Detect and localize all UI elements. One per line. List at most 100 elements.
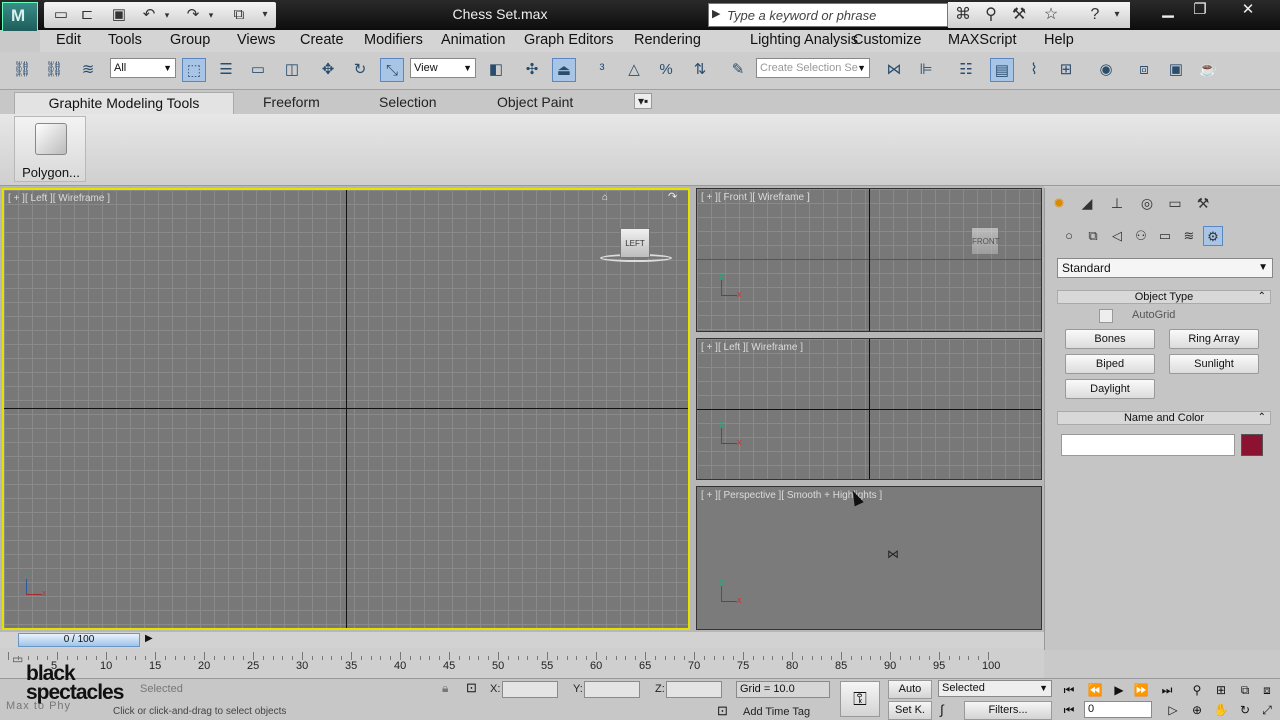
track-bar[interactable]: ▭ 51015202530354045505560657075808590951… — [0, 648, 1044, 678]
object-name-input[interactable] — [1061, 434, 1235, 456]
close-icon[interactable]: ✕ — [1228, 0, 1268, 20]
viewport-label[interactable]: [ + ][ Front ][ Wireframe ] — [701, 192, 810, 203]
time-slider-thumb[interactable]: 0 / 100 — [18, 633, 140, 647]
help-icon[interactable]: ? — [1084, 5, 1106, 25]
auto-key-button[interactable]: Auto — [888, 680, 932, 699]
time-tag-icon[interactable]: ⊡ — [717, 703, 728, 719]
biped-button[interactable]: Biped — [1065, 354, 1155, 374]
name-and-color-rollout-header[interactable]: Name and Color ⌃ — [1057, 411, 1271, 425]
current-frame-field[interactable]: 0 — [1084, 701, 1152, 718]
create-tab-icon[interactable]: ✹ — [1047, 192, 1071, 214]
bind-to-space-warp-icon[interactable]: ≋ — [76, 58, 100, 82]
select-object-icon[interactable]: ⬚ — [182, 58, 206, 82]
favorites-star-icon[interactable]: ☆ — [1040, 5, 1062, 25]
select-and-link-icon[interactable]: ⛓ — [10, 58, 34, 82]
shapes-icon[interactable]: ⧉ — [1083, 226, 1103, 246]
window-crossing-icon[interactable]: ◫ — [280, 58, 304, 82]
autogrid-checkbox[interactable] — [1099, 309, 1113, 323]
menu-help[interactable]: Help — [1044, 32, 1074, 48]
viewport-front[interactable]: [ + ][ Front ][ Wireframe ] FRONT zx — [696, 188, 1042, 332]
polygon-modeling-button[interactable]: Polygon... — [14, 116, 86, 182]
help-dropdown-icon[interactable]: ▾ — [1106, 5, 1128, 25]
go-to-start-icon[interactable]: ⏮ — [1058, 681, 1080, 699]
graphite-modeling-toggle-icon[interactable]: ▤ — [990, 58, 1014, 82]
menu-group[interactable]: Group — [170, 32, 210, 48]
viewcube[interactable]: FRONT — [971, 227, 1000, 255]
cameras-icon[interactable]: ⚇ — [1131, 226, 1151, 246]
zoom-icon[interactable]: ⚲ — [1186, 681, 1208, 699]
schematic-view-icon[interactable]: ⊞ — [1054, 58, 1078, 82]
viewport-left-small[interactable]: [ + ][ Left ][ Wireframe ] zx — [696, 338, 1042, 480]
redo-dropdown-icon[interactable]: ▾ — [202, 6, 220, 24]
rendered-frame-window-icon[interactable]: ▣ — [1164, 58, 1188, 82]
menu-maxscript[interactable]: MAXScript — [948, 32, 1017, 48]
menu-edit[interactable]: Edit — [56, 32, 81, 48]
viewport-left-large[interactable]: [ + ][ Left ][ Wireframe ] LEFT ⌂ ↷ zx — [2, 188, 690, 630]
key-filter-dropdown[interactable]: Selected ▼ — [938, 680, 1052, 697]
menu-tools[interactable]: Tools — [108, 32, 142, 48]
quick-access-dropdown-icon[interactable]: ▾ — [256, 6, 274, 24]
restore-icon[interactable]: ❐ — [1180, 0, 1220, 20]
systems-icon[interactable]: ⚙ — [1203, 226, 1223, 246]
key-tangent-icon[interactable]: ∫ — [940, 702, 944, 717]
render-teapot-icon[interactable]: ☕ — [1196, 58, 1220, 82]
space-warps-icon[interactable]: ≋ — [1179, 226, 1199, 246]
spinner-snap-icon[interactable]: ⇅ — [688, 58, 712, 82]
z-coordinate-field[interactable] — [666, 681, 722, 698]
tab-freeform[interactable]: Freeform — [263, 94, 320, 110]
sunlight-button[interactable]: Sunlight — [1169, 354, 1259, 374]
hierarchy-tab-icon[interactable]: ⊥ — [1105, 192, 1129, 214]
render-setup-icon[interactable]: ⧈ — [1132, 58, 1156, 82]
rotate-view-icon[interactable]: ↷ — [668, 190, 677, 203]
curve-editor-icon[interactable]: ⌇ — [1022, 58, 1046, 82]
maximize-viewport-icon[interactable]: ⤢ — [1256, 701, 1278, 719]
geometry-icon[interactable]: ○ — [1059, 226, 1079, 246]
layer-manager-icon[interactable]: ☷ — [954, 58, 978, 82]
selection-lock-icon[interactable]: 🔒︎ — [442, 681, 448, 696]
zoom-extents-icon[interactable]: ⧉ — [1234, 681, 1256, 699]
set-key-button[interactable]: Set K. — [888, 701, 932, 720]
unlink-icon[interactable]: ⛓ — [42, 58, 66, 82]
zoom-all-icon[interactable]: ⊞ — [1210, 681, 1232, 699]
redo-icon[interactable]: ↷ — [184, 6, 202, 24]
object-category-dropdown[interactable]: Standard ▼ — [1057, 258, 1273, 278]
key-filters-button[interactable]: Filters... — [964, 701, 1052, 720]
percent-snap-icon[interactable]: % — [654, 58, 678, 82]
x-coordinate-field[interactable] — [502, 681, 558, 698]
menu-customize[interactable]: Customize — [853, 32, 922, 48]
select-and-move-icon[interactable]: ✥ — [316, 58, 340, 82]
play-icon[interactable]: ▶ — [1108, 681, 1130, 699]
application-menu-button[interactable]: M — [2, 2, 38, 32]
helpers-icon[interactable]: ▭ — [1155, 226, 1175, 246]
time-slider[interactable]: 0 / 100 ▶ — [0, 632, 1044, 648]
next-frame-arrow-icon[interactable]: ▶ — [145, 633, 153, 644]
key-mode-toggle-icon[interactable]: ⏮ — [1058, 701, 1080, 719]
undo-dropdown-icon[interactable]: ▾ — [158, 6, 176, 24]
zoom-region-icon[interactable]: ⊕ — [1186, 701, 1208, 719]
absolute-mode-icon[interactable]: ⊡ — [466, 680, 477, 696]
field-of-view-icon[interactable]: ▷ — [1162, 701, 1184, 719]
material-editor-icon[interactable]: ◉ — [1094, 58, 1118, 82]
edit-named-selection-icon[interactable]: ✎ — [726, 58, 750, 82]
subscription-center-icon[interactable]: ⚲ — [980, 5, 1002, 25]
tab-selection[interactable]: Selection — [379, 94, 437, 110]
save-icon[interactable]: ▣ — [110, 6, 128, 24]
binoculars-icon[interactable]: ⌘ — [952, 5, 974, 25]
open-file-icon[interactable]: ⊏ — [78, 6, 96, 24]
display-tab-icon[interactable]: ▭ — [1163, 192, 1187, 214]
go-to-end-icon[interactable]: ⏭ — [1156, 681, 1178, 699]
menu-animation[interactable]: Animation — [441, 32, 505, 48]
y-coordinate-field[interactable] — [584, 681, 640, 698]
select-and-rotate-icon[interactable]: ↻ — [348, 58, 372, 82]
motion-tab-icon[interactable]: ◎ — [1135, 192, 1159, 214]
pan-view-icon[interactable]: ✋ — [1210, 701, 1232, 719]
add-time-tag-label[interactable]: Add Time Tag — [743, 706, 810, 718]
menu-lighting-analysis[interactable]: Lighting Analysis — [750, 32, 858, 48]
select-by-name-icon[interactable]: ☰ — [214, 58, 238, 82]
next-frame-icon[interactable]: ⏩ — [1130, 681, 1152, 699]
undo-icon[interactable]: ↶ — [140, 6, 158, 24]
selection-filter-dropdown[interactable]: All ▼ — [110, 58, 176, 78]
communication-center-icon[interactable]: ⚒ — [1008, 5, 1030, 25]
modify-tab-icon[interactable]: ◢ — [1075, 192, 1099, 214]
viewport-label[interactable]: [ + ][ Left ][ Wireframe ] — [701, 342, 803, 353]
